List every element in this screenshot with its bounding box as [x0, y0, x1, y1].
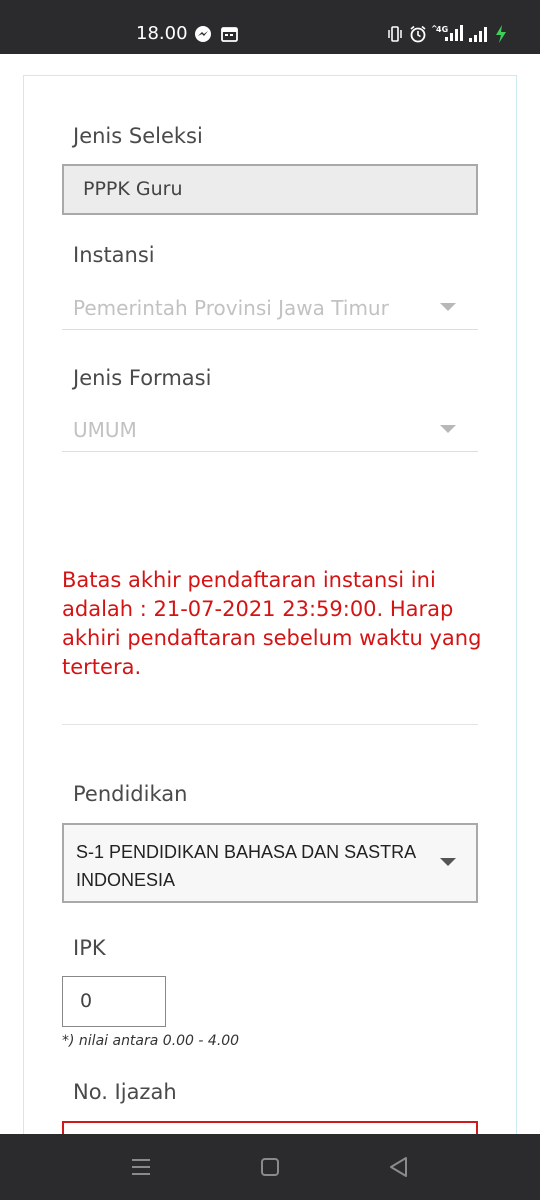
chevron-down-icon [440, 858, 456, 866]
jenis-formasi-label: Jenis Formasi [73, 366, 212, 390]
no-ijazah-label: No. Ijazah [73, 1080, 177, 1104]
back-icon [390, 1157, 407, 1177]
svg-text:4G: 4G [436, 25, 448, 34]
status-time: 18.00 [136, 23, 188, 44]
signal-4g-icon: ^ 4G [431, 23, 463, 48]
instansi-select: Pemerintah Provinsi Jawa Timur [62, 286, 478, 330]
pendidikan-value: S-1 PENDIDIKAN BAHASA DAN SASTRA INDONES… [76, 842, 416, 890]
ipk-hint: *) nilai antara 0.00 - 4.00 [62, 1033, 240, 1049]
home-icon [261, 1158, 279, 1176]
pendidikan-select[interactable]: S-1 PENDIDIKAN BAHASA DAN SASTRA INDONES… [62, 823, 478, 903]
charging-icon [495, 25, 507, 48]
recent-apps-button[interactable] [81, 1134, 201, 1200]
jenis-seleksi-field: PPPK Guru [62, 164, 478, 215]
chevron-down-icon [440, 425, 456, 433]
navigation-bar [0, 1134, 540, 1200]
alarm-icon [409, 25, 427, 48]
registration-deadline-warning: Batas akhir pendaftaran instansi ini ada… [62, 568, 482, 679]
divider [62, 724, 478, 725]
recent-apps-icon [132, 1159, 150, 1175]
chevron-down-icon [440, 303, 456, 311]
status-bar: 18.00 ^ 4G [0, 0, 540, 54]
pendidikan-label: Pendidikan [73, 782, 188, 806]
jenis-formasi-value: UMUM [73, 418, 137, 442]
calendar-icon [221, 26, 238, 47]
instansi-label: Instansi [73, 243, 155, 267]
jenis-seleksi-label: Jenis Seleksi [73, 124, 203, 148]
instansi-value: Pemerintah Provinsi Jawa Timur [73, 296, 389, 320]
ipk-input[interactable]: 0 [62, 976, 166, 1027]
jenis-formasi-select: UMUM [62, 408, 478, 452]
back-button[interactable] [338, 1134, 458, 1200]
home-button[interactable] [210, 1134, 330, 1200]
messenger-icon [194, 25, 212, 48]
vibrate-icon [386, 25, 404, 48]
ipk-label: IPK [73, 936, 106, 960]
signal-icon [469, 25, 489, 48]
